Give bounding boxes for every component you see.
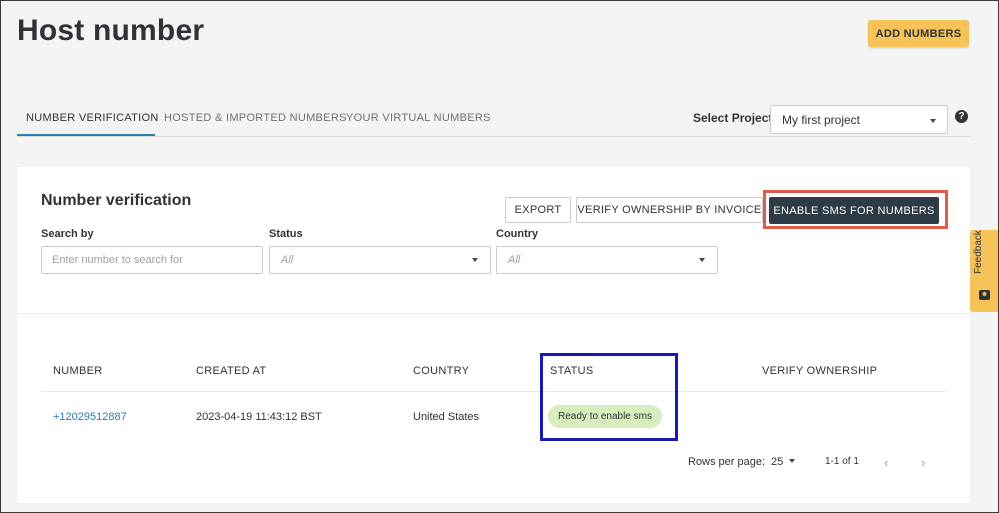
pagination-range: 1-1 of 1: [825, 456, 859, 467]
tab-number-verification[interactable]: NUMBER VERIFICATION: [26, 112, 159, 124]
project-select-value: My first project: [782, 113, 861, 127]
project-select[interactable]: My first project: [770, 105, 948, 134]
country-filter-label: Country: [496, 228, 539, 240]
tab-your-virtual-numbers[interactable]: YOUR VIRTUAL NUMBERS: [346, 112, 491, 124]
country-filter-select[interactable]: All: [496, 246, 718, 274]
country-filter-value: All: [508, 254, 521, 266]
select-project-label: Select Project: [693, 111, 773, 125]
column-header-number: NUMBER: [53, 365, 103, 377]
section-title: Number verification: [41, 192, 192, 209]
export-button[interactable]: EXPORT: [505, 197, 571, 223]
page-title: Host number: [17, 14, 205, 47]
chevron-down-icon: [930, 119, 936, 123]
rows-per-page-label: Rows per page:: [688, 456, 766, 468]
created-at-cell: 2023-04-19 11:43:12 BST: [196, 411, 322, 423]
country-cell: United States: [413, 411, 480, 423]
feedback-tab[interactable]: Feedback ☻: [970, 230, 999, 312]
search-input[interactable]: [41, 246, 263, 274]
status-filter-value: All: [281, 254, 294, 266]
column-header-country: COUNTRY: [413, 365, 470, 377]
verify-ownership-by-invoice-button[interactable]: VERIFY OWNERSHIP BY INVOICE: [576, 197, 763, 223]
active-tab-indicator: [17, 134, 155, 136]
number-verification-card: Number verification EXPORT VERIFY OWNERS…: [17, 167, 970, 503]
status-filter-select[interactable]: All: [269, 246, 491, 274]
status-badge: Ready to enable sms: [548, 405, 662, 428]
status-filter-label: Status: [269, 228, 303, 240]
chevron-down-icon: [472, 258, 478, 262]
table-header-divider: [41, 391, 945, 392]
add-numbers-button[interactable]: ADD NUMBERS: [868, 20, 969, 47]
column-header-created-at: CREATED AT: [196, 365, 267, 377]
column-header-verify-ownership: VERIFY OWNERSHIP: [762, 365, 878, 377]
number-link[interactable]: +12029512887: [53, 411, 127, 423]
previous-page-icon[interactable]: ‹: [884, 455, 888, 470]
feedback-smile-icon: ☻: [979, 290, 990, 300]
feedback-label: Feedback: [973, 230, 984, 274]
next-page-icon[interactable]: ›: [921, 455, 925, 470]
rows-per-page-value: 25: [771, 456, 784, 468]
tab-hosted-imported-numbers[interactable]: HOSTED & IMPORTED NUMBERS: [164, 112, 347, 124]
chevron-down-icon: [699, 258, 705, 262]
enable-sms-button[interactable]: ENABLE SMS FOR NUMBERS: [769, 197, 939, 224]
column-header-status: STATUS: [550, 365, 594, 377]
help-icon[interactable]: ?: [955, 110, 968, 123]
search-by-label: Search by: [41, 228, 94, 240]
chevron-down-icon: [789, 459, 795, 463]
card-divider: [17, 313, 970, 314]
